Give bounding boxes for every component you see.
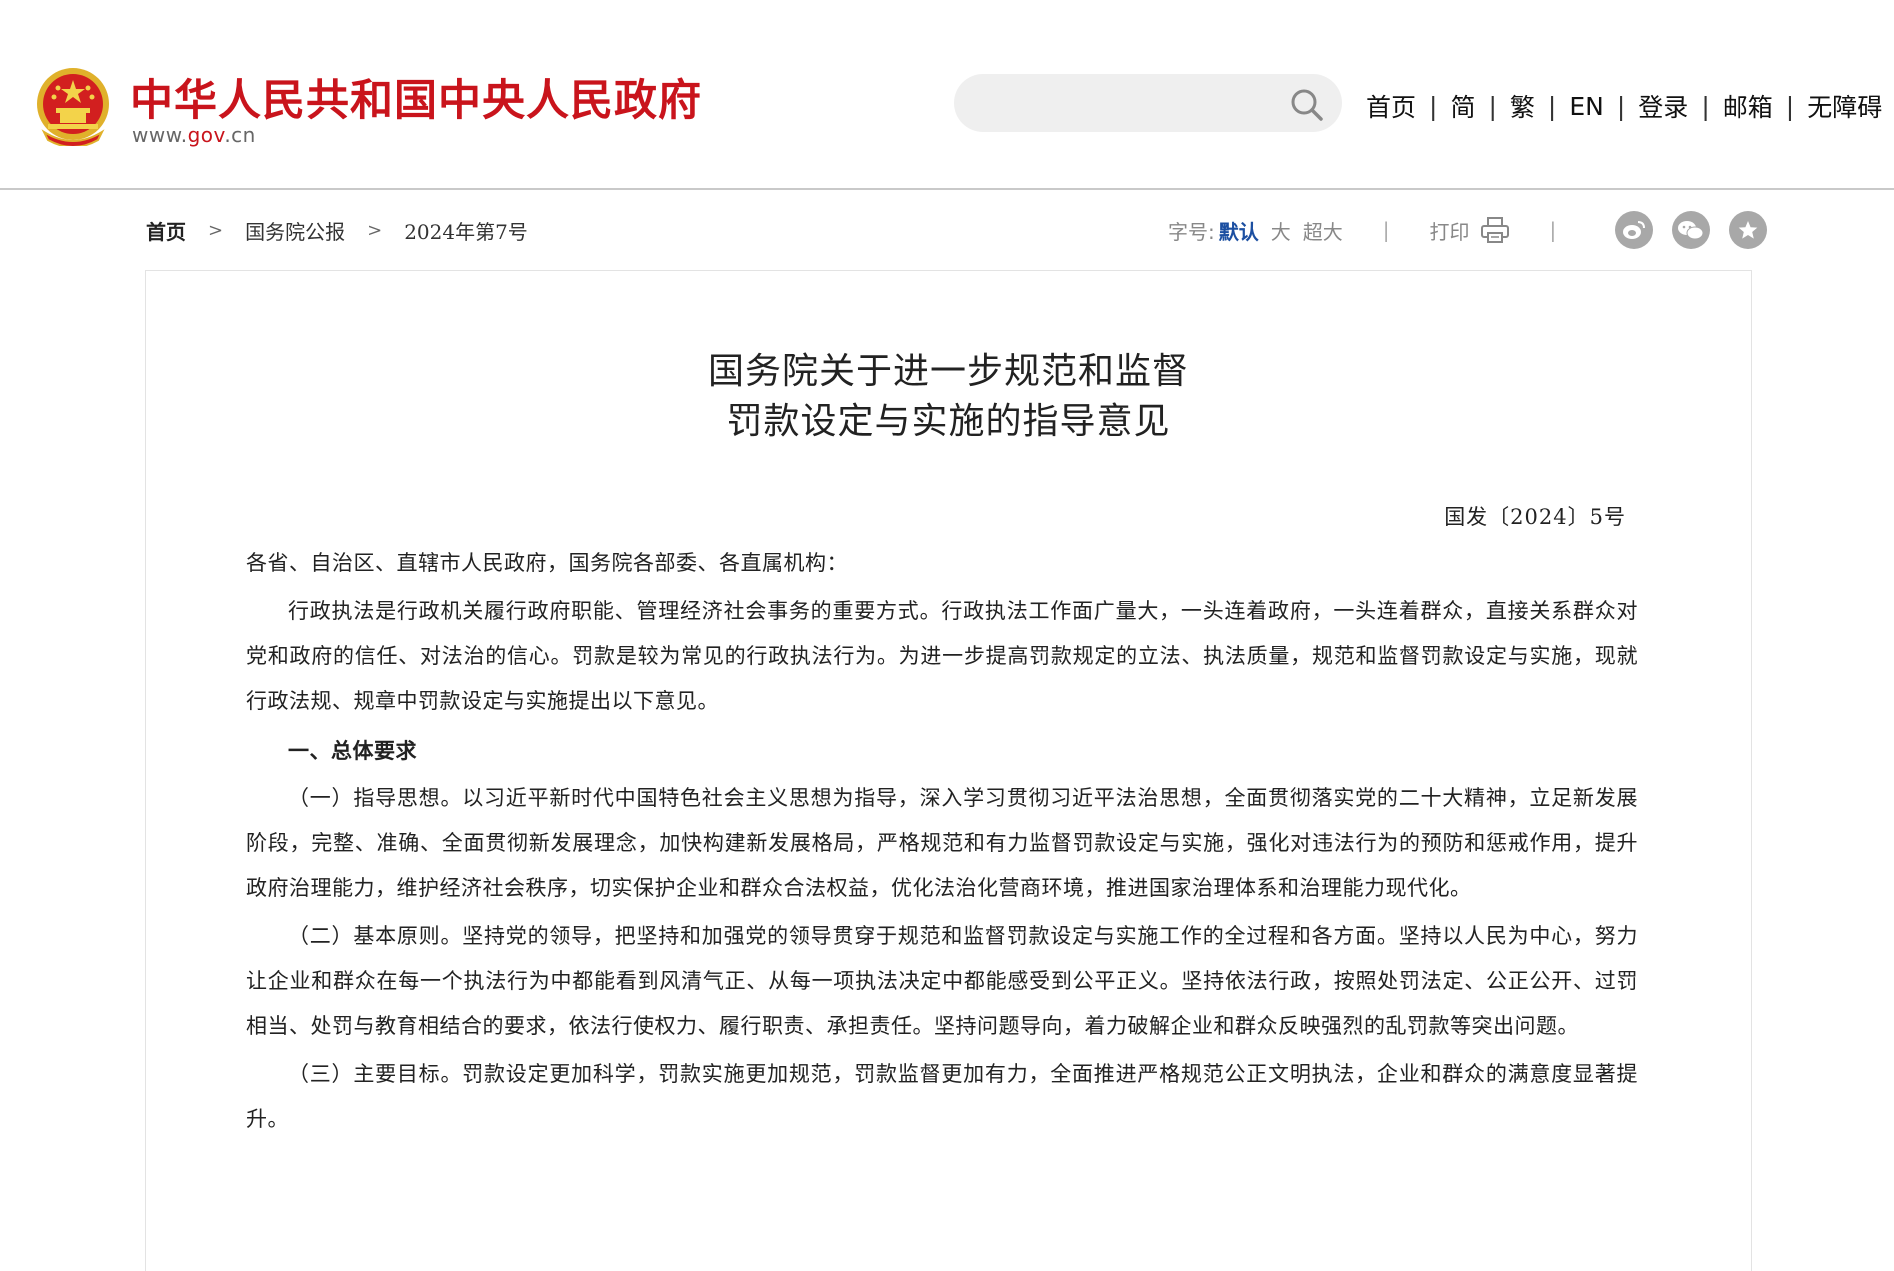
top-nav: 首页 | 简 | 繁 | EN | 登录 | 邮箱 | 无障碍 bbox=[1366, 86, 1882, 126]
site-title[interactable]: 中华人民共和国中央人民政府 bbox=[130, 66, 702, 128]
nav-home-link[interactable]: 首页 bbox=[1366, 88, 1416, 124]
print-button[interactable]: 打印 bbox=[1430, 216, 1510, 245]
paragraph-intro: 行政执法是行政机关履行政府职能、管理经济社会事务的重要方式。行政执法工作面广量大… bbox=[246, 599, 1638, 713]
wechat-glyph bbox=[1678, 221, 1704, 240]
article-body: 各省、自治区、直辖市人民政府，国务院各部委、各直属机构： 行政执法是行政机关履行… bbox=[246, 541, 1638, 1142]
star-glyph bbox=[1738, 221, 1758, 239]
tools-divider: | bbox=[1549, 218, 1557, 242]
tools-divider: | bbox=[1382, 218, 1390, 242]
paragraph-item-3: （三）主要目标。罚款设定更加科学，罚款实施更加规范，罚款监督更加有力，全面推进严… bbox=[246, 1062, 1638, 1131]
article-tools: 字号: 默认 大 超大 | 打印 | bbox=[1168, 211, 1768, 249]
nav-separator: | bbox=[1547, 91, 1557, 121]
favorite-icon[interactable] bbox=[1729, 211, 1768, 249]
printer-icon bbox=[1480, 217, 1509, 243]
chevron-right-icon: > bbox=[208, 220, 224, 241]
article-container: 国务院关于进一步规范和监督 罚款设定与实施的指导意见 国发〔2024〕5号 各省… bbox=[145, 270, 1752, 1271]
font-size-large[interactable]: 大 bbox=[1271, 216, 1291, 245]
nav-mail-link[interactable]: 邮箱 bbox=[1723, 88, 1773, 124]
nav-separator: | bbox=[1616, 91, 1626, 121]
nav-separator: | bbox=[1701, 91, 1710, 121]
nav-accessibility-link[interactable]: 无障碍 bbox=[1807, 88, 1882, 124]
salutation: 各省、自治区、直辖市人民政府，国务院各部委、各直属机构： bbox=[246, 551, 848, 575]
article-title: 国务院关于进一步规范和监督 罚款设定与实施的指导意见 bbox=[146, 347, 1751, 447]
font-size-xlarge[interactable]: 超大 bbox=[1303, 216, 1343, 245]
nav-separator: | bbox=[1488, 91, 1497, 121]
search-icon[interactable] bbox=[1290, 88, 1324, 122]
site-header: 中华人民共和国中央人民政府 www.gov.cn 首页 | 简 | 繁 | EN… bbox=[0, 0, 1894, 190]
domain-suffix: .cn bbox=[224, 123, 256, 147]
section-heading: 一、总体要求 bbox=[288, 738, 417, 763]
search-input[interactable] bbox=[954, 74, 1302, 134]
weibo-icon[interactable] bbox=[1615, 211, 1654, 249]
document-number: 国发〔2024〕5号 bbox=[1444, 505, 1626, 529]
article-title-line1: 国务院关于进一步规范和监督 bbox=[707, 351, 1189, 392]
paragraph-item-1: （一）指导思想。以习近平新时代中国特色社会主义思想为指导，深入学习贯彻习近平法治… bbox=[246, 786, 1638, 900]
nav-english-link[interactable]: EN bbox=[1569, 92, 1604, 121]
site-domain: www.gov.cn bbox=[132, 123, 256, 147]
nav-simplified-link[interactable]: 简 bbox=[1450, 88, 1475, 124]
font-size-default[interactable]: 默认 bbox=[1219, 216, 1259, 245]
domain-prefix: www. bbox=[132, 123, 188, 147]
nav-login-link[interactable]: 登录 bbox=[1638, 88, 1688, 124]
font-size-label: 字号: bbox=[1168, 219, 1215, 244]
nav-traditional-link[interactable]: 繁 bbox=[1510, 88, 1535, 124]
search-box bbox=[954, 74, 1342, 134]
wechat-icon[interactable] bbox=[1672, 211, 1711, 249]
national-emblem-icon[interactable] bbox=[34, 66, 112, 146]
paragraph-item-2: （二）基本原则。坚持党的领导，把坚持和加强党的领导贯穿于规范和监督罚款设定与实施… bbox=[246, 924, 1638, 1038]
breadcrumb: 首页 > 国务院公报 > 2024年第7号 bbox=[146, 216, 528, 245]
article-title-line2: 罚款设定与实施的指导意见 bbox=[726, 401, 1171, 442]
breadcrumb-issue[interactable]: 2024年第7号 bbox=[404, 216, 528, 245]
breadcrumb-home[interactable]: 首页 bbox=[146, 216, 186, 245]
nav-separator: | bbox=[1429, 91, 1438, 121]
chevron-right-icon: > bbox=[367, 220, 383, 241]
domain-gov: gov bbox=[187, 123, 225, 147]
breadcrumb-gazette[interactable]: 国务院公报 bbox=[245, 216, 345, 245]
print-label: 打印 bbox=[1429, 219, 1470, 244]
nav-separator: | bbox=[1785, 91, 1795, 121]
weibo-glyph bbox=[1623, 221, 1646, 239]
